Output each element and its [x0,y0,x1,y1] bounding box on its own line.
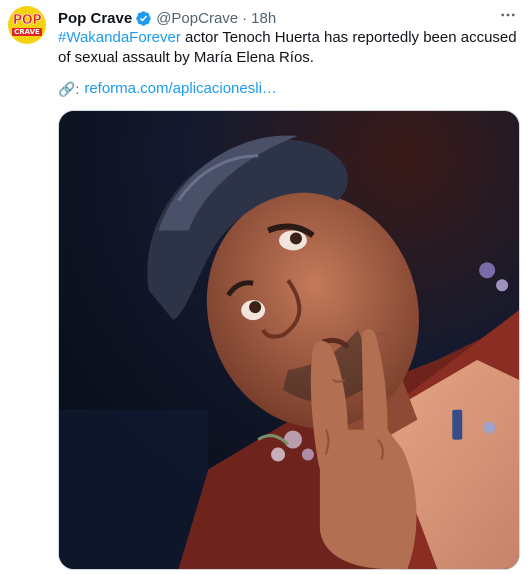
verified-badge-icon [136,10,151,26]
avatar-logo-text-bottom: CRAVE [12,27,42,36]
tweet-text: #WakandaForever actor Tenoch Huerta has … [58,28,518,68]
tweet-header: Pop Crave @PopCrave · 18h [58,8,276,28]
photo-portrait-image [59,111,519,569]
author-handle[interactable]: @PopCrave [156,10,238,27]
tweet-link-line: 🔗: reforma.com/aplicacionesli… [58,79,277,99]
hashtag-link[interactable]: #WakandaForever [58,29,181,46]
link-emoji-icon: 🔗: [58,81,80,97]
more-horizontal-icon[interactable] [497,6,519,24]
tweet-card[interactable]: POP CRAVE Pop Crave @PopCrave · 18h #Wak… [0,0,531,574]
author-name[interactable]: Pop Crave [58,10,132,27]
avatar-logo-text-top: POP [12,12,42,28]
external-link[interactable]: reforma.com/aplicacionesli… [84,79,277,99]
author-avatar[interactable]: POP CRAVE [8,6,46,44]
tweet-media-photo[interactable] [58,110,520,570]
header-separator: · [242,9,248,27]
tweet-timestamp[interactable]: 18h [251,10,276,27]
